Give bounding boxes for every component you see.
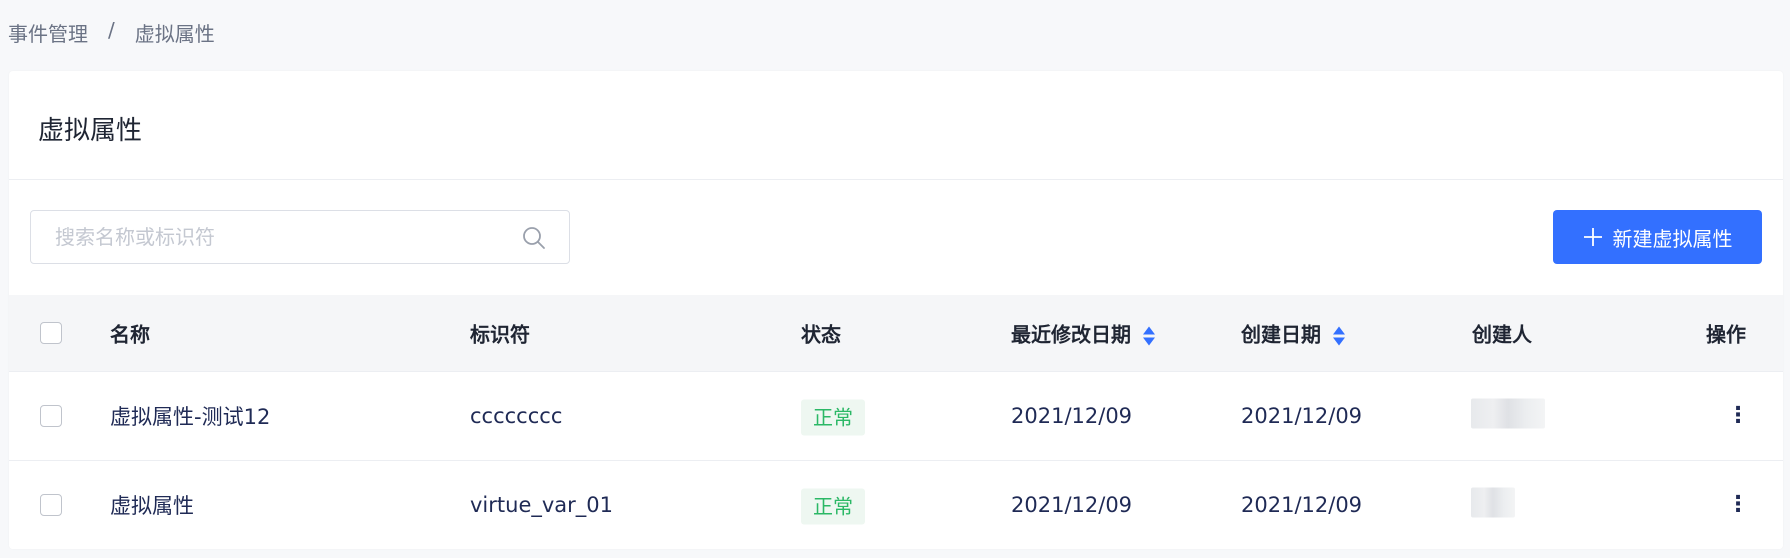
status-badge: 正常 xyxy=(801,399,865,436)
row-identifier: cccccccc xyxy=(470,404,563,428)
new-virtual-attribute-button[interactable]: 新建虚拟属性 xyxy=(1553,210,1762,264)
header-modified[interactable]: 最近修改日期 xyxy=(1011,319,1155,348)
more-actions-icon[interactable]: ⋮ xyxy=(1727,405,1749,427)
row-identifier: virtue_var_01 xyxy=(470,493,614,517)
sort-icon[interactable] xyxy=(1333,325,1345,347)
header-created-label: 创建日期 xyxy=(1241,322,1321,347)
row-modified: 2021/12/09 xyxy=(1011,493,1133,517)
header-created[interactable]: 创建日期 xyxy=(1241,319,1345,348)
row-created: 2021/12/09 xyxy=(1241,493,1363,517)
row-created: 2021/12/09 xyxy=(1241,404,1363,428)
page-title: 虚拟属性 xyxy=(38,116,143,146)
header-identifier: 标识符 xyxy=(470,322,530,347)
breadcrumb-separator: / xyxy=(108,18,115,42)
row-name: 虚拟属性 xyxy=(110,494,194,518)
breadcrumb-current: 虚拟属性 xyxy=(134,22,215,46)
row-checkbox[interactable] xyxy=(40,494,62,516)
header-creator: 创建人 xyxy=(1472,322,1532,347)
table-row: 虚拟属性-测试12 cccccccc 正常 2021/12/09 2021/12… xyxy=(9,372,1783,461)
status-badge-text: 正常 xyxy=(801,488,865,525)
header-modified-label: 最近修改日期 xyxy=(1011,322,1131,347)
breadcrumb: 事件管理 / 虚拟属性 xyxy=(8,18,215,47)
header-actions: 操作 xyxy=(1706,322,1746,347)
breadcrumb-parent[interactable]: 事件管理 xyxy=(8,18,88,47)
table-header: 名称 标识符 状态 最近修改日期 创建日期 创建人 操作 xyxy=(9,295,1783,372)
row-modified: 2021/12/09 xyxy=(1011,404,1133,428)
table-row: 虚拟属性 virtue_var_01 正常 2021/12/09 2021/12… xyxy=(9,461,1783,549)
row-checkbox[interactable] xyxy=(40,405,62,427)
search-icon[interactable] xyxy=(521,225,547,251)
search-input[interactable] xyxy=(55,225,495,249)
sort-icon[interactable] xyxy=(1143,325,1155,347)
header-name: 名称 xyxy=(110,322,150,347)
header-status: 状态 xyxy=(801,322,841,347)
main-card: 虚拟属性 新建虚拟属性 名称 标识符 状态 最近修改日期 创建日期 创建人 xyxy=(9,71,1783,549)
status-badge: 正常 xyxy=(801,488,865,525)
data-table: 名称 标识符 状态 最近修改日期 创建日期 创建人 操作 虚拟属性-测试12 c… xyxy=(9,295,1783,549)
select-all-checkbox[interactable] xyxy=(40,322,62,344)
row-creator-blurred xyxy=(1471,487,1515,523)
row-creator-blurred xyxy=(1471,398,1545,434)
divider xyxy=(9,179,1783,180)
plus-icon xyxy=(1583,228,1602,246)
new-button-label: 新建虚拟属性 xyxy=(1612,226,1733,251)
row-name: 虚拟属性-测试12 xyxy=(110,405,271,429)
search-box[interactable] xyxy=(30,210,570,264)
status-badge-text: 正常 xyxy=(801,399,865,436)
more-actions-icon[interactable]: ⋮ xyxy=(1727,494,1749,516)
